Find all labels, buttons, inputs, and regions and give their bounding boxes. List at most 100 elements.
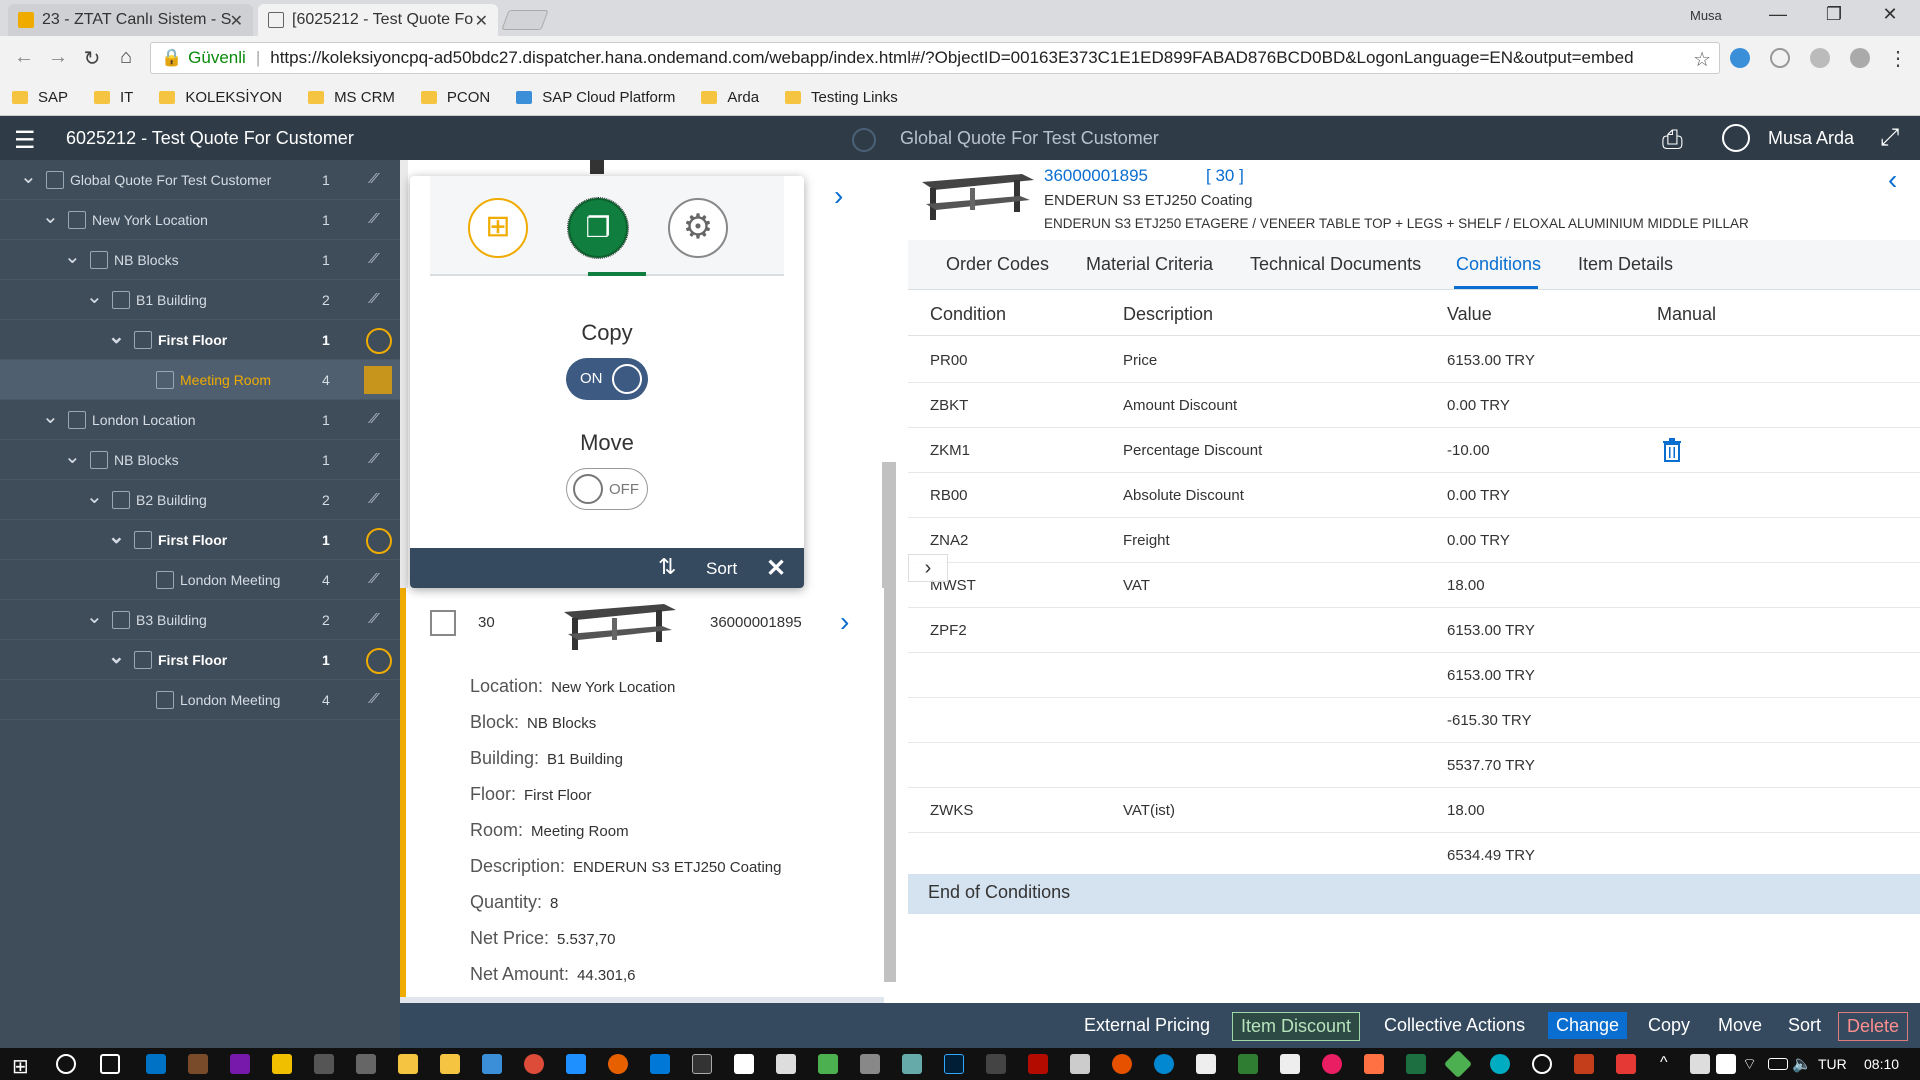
window-close-icon[interactable]: ✕ (1870, 4, 1910, 25)
table-row[interactable]: -615.30 TRY (908, 698, 1920, 743)
cmd-icon[interactable] (692, 1054, 712, 1074)
app-icon[interactable] (1238, 1054, 1258, 1074)
chevron-down-icon[interactable]: ⌄ (64, 444, 81, 469)
move-toggle[interactable]: OFF (566, 468, 648, 510)
resize-handle-icon[interactable]: ⁄⁄ (372, 410, 377, 427)
minimize-icon[interactable]: — (1758, 4, 1798, 25)
copy-button[interactable]: Copy (1640, 1012, 1698, 1039)
app-icon[interactable] (440, 1054, 460, 1074)
tree-node[interactable]: London Meeting 4 ⁄⁄ (0, 680, 400, 720)
app-icon[interactable] (986, 1054, 1006, 1074)
app-icon[interactable] (188, 1054, 208, 1074)
outlook-icon[interactable] (146, 1054, 166, 1074)
table-row[interactable]: PR00 Price 6153.00 TRY (908, 338, 1920, 383)
app-icon[interactable] (1280, 1054, 1300, 1074)
resize-handle-icon[interactable]: ⁄⁄ (372, 170, 377, 187)
new-tab-button[interactable] (501, 10, 549, 30)
chevron-down-icon[interactable]: ⌄ (86, 484, 103, 509)
move-button[interactable]: Move (1710, 1012, 1770, 1039)
expand-panel-icon[interactable]: › (908, 554, 948, 582)
powerpoint-icon[interactable] (1574, 1054, 1594, 1074)
tab-conditions[interactable]: Conditions (1456, 254, 1541, 275)
resize-handle-icon[interactable]: ⁄⁄ (372, 610, 377, 627)
chevron-right-icon[interactable]: › (840, 606, 849, 638)
tree-node[interactable]: ⌄ B1 Building 2 ⁄⁄ (0, 280, 400, 320)
chevron-down-icon[interactable]: ⌄ (108, 524, 125, 549)
delete-button[interactable]: Delete (1838, 1012, 1909, 1041)
app-icon[interactable] (272, 1054, 292, 1074)
resize-handle-icon[interactable]: ⁄⁄ (372, 490, 377, 507)
battery-icon[interactable] (1768, 1058, 1788, 1070)
home-icon[interactable]: ⌂ (114, 46, 138, 69)
forward-icon[interactable]: → (46, 46, 70, 69)
table-row[interactable]: RB00 Absolute Discount 0.00 TRY (908, 473, 1920, 518)
print-icon[interactable]: ⎙ (1662, 124, 1683, 156)
tree-node[interactable]: ⌄ NB Blocks 1 ⁄⁄ (0, 440, 400, 480)
tree-node[interactable]: Meeting Room 4 (0, 360, 400, 400)
table-row[interactable]: 6153.00 TRY (908, 653, 1920, 698)
chevron-right-icon[interactable]: › (834, 180, 843, 212)
sort-button[interactable]: Sort (706, 559, 737, 579)
tab-order-codes[interactable]: Order Codes (946, 254, 1049, 275)
app-icon[interactable] (482, 1054, 502, 1074)
chrome-icon[interactable] (524, 1054, 544, 1074)
table-row[interactable]: ZWKS VAT(ist) 18.00 (908, 788, 1920, 833)
bookmark-arda[interactable]: Arda (701, 89, 759, 106)
app-icon[interactable] (818, 1054, 838, 1074)
ie-icon[interactable] (566, 1054, 586, 1074)
photos-icon[interactable] (1070, 1054, 1090, 1074)
app-icon[interactable] (1154, 1054, 1174, 1074)
input-language[interactable]: TUR (1818, 1056, 1847, 1072)
tree-node[interactable]: London Meeting 4 ⁄⁄ (0, 560, 400, 600)
table-row[interactable]: 5537.70 TRY (908, 743, 1920, 788)
chevron-down-icon[interactable]: ⌄ (86, 604, 103, 629)
tray-chevron-icon[interactable]: ^ (1660, 1054, 1680, 1074)
item-discount-button[interactable]: Item Discount (1232, 1012, 1361, 1041)
wifi-icon[interactable]: ⌔ (1742, 1054, 1762, 1074)
table-row[interactable]: ZKM1 Percentage Discount -10.00 (908, 428, 1920, 473)
back-icon[interactable]: ← (12, 46, 36, 69)
fullscreen-icon[interactable]: ⤢ (1880, 124, 1899, 152)
app-icon[interactable] (1490, 1054, 1510, 1074)
photoshop-icon[interactable] (944, 1054, 964, 1074)
bookmark-sap[interactable]: SAP (12, 89, 68, 106)
skype-icon[interactable] (1770, 48, 1790, 68)
copy-toggle[interactable]: ON (566, 358, 648, 400)
window-profile-name[interactable]: Musa (1690, 8, 1722, 23)
chevron-down-icon[interactable]: ⌄ (42, 404, 59, 429)
tree-node[interactable]: ⌄ New York Location 1 ⁄⁄ (0, 200, 400, 240)
browser-tab-quote[interactable]: [6025212 - Test Quote Fo ✕ (258, 4, 498, 36)
resize-handle-icon[interactable] (364, 366, 392, 394)
tree-node[interactable]: ⌄ B2 Building 2 ⁄⁄ (0, 480, 400, 520)
close-icon[interactable]: ✕ (766, 554, 786, 583)
add-folder-icon[interactable]: ⊞ (468, 198, 528, 258)
bookmark-star-icon[interactable]: ☆ (1693, 47, 1711, 72)
task-view-icon[interactable] (100, 1054, 120, 1074)
menu-icon[interactable]: ☰ (14, 126, 36, 155)
extension-icon[interactable] (1850, 48, 1870, 68)
tree-node[interactable]: ⌄ First Floor 1 (0, 320, 400, 360)
browser-tab-ztat[interactable]: 23 - ZTAT Canlı Sistem - S ✕ (8, 4, 253, 36)
app-icon[interactable] (1364, 1054, 1384, 1074)
gear-icon[interactable]: ⚙ (668, 198, 728, 258)
resize-handle-icon[interactable]: ⁄⁄ (372, 450, 377, 467)
chevron-down-icon[interactable]: ⌄ (64, 244, 81, 269)
tab-close-icon[interactable]: ✕ (230, 11, 243, 31)
app-icon[interactable] (356, 1054, 376, 1074)
table-row[interactable]: ZNA2 Freight 0.00 TRY (908, 518, 1920, 563)
app-icon[interactable] (734, 1054, 754, 1074)
firefox-icon[interactable] (608, 1054, 628, 1074)
resize-handle-icon[interactable]: ⁄⁄ (372, 570, 377, 587)
app-icon[interactable] (314, 1054, 334, 1074)
change-button[interactable]: Change (1548, 1012, 1628, 1039)
extension-icon[interactable] (1730, 48, 1750, 68)
bookmark-koleksiyon[interactable]: KOLEKSİYON (159, 89, 282, 106)
bookmark-testing-links[interactable]: Testing Links (785, 89, 898, 106)
scrollbar[interactable] (882, 462, 896, 982)
windows-start-icon[interactable]: ⊞ (12, 1054, 29, 1079)
tree-node[interactable]: ⌄ NB Blocks 1 ⁄⁄ (0, 240, 400, 280)
status-circle-icon[interactable] (366, 648, 392, 674)
user-name[interactable]: Musa Arda (1768, 128, 1854, 149)
onenote-icon[interactable] (230, 1054, 250, 1074)
settings-icon[interactable] (1532, 1054, 1552, 1074)
